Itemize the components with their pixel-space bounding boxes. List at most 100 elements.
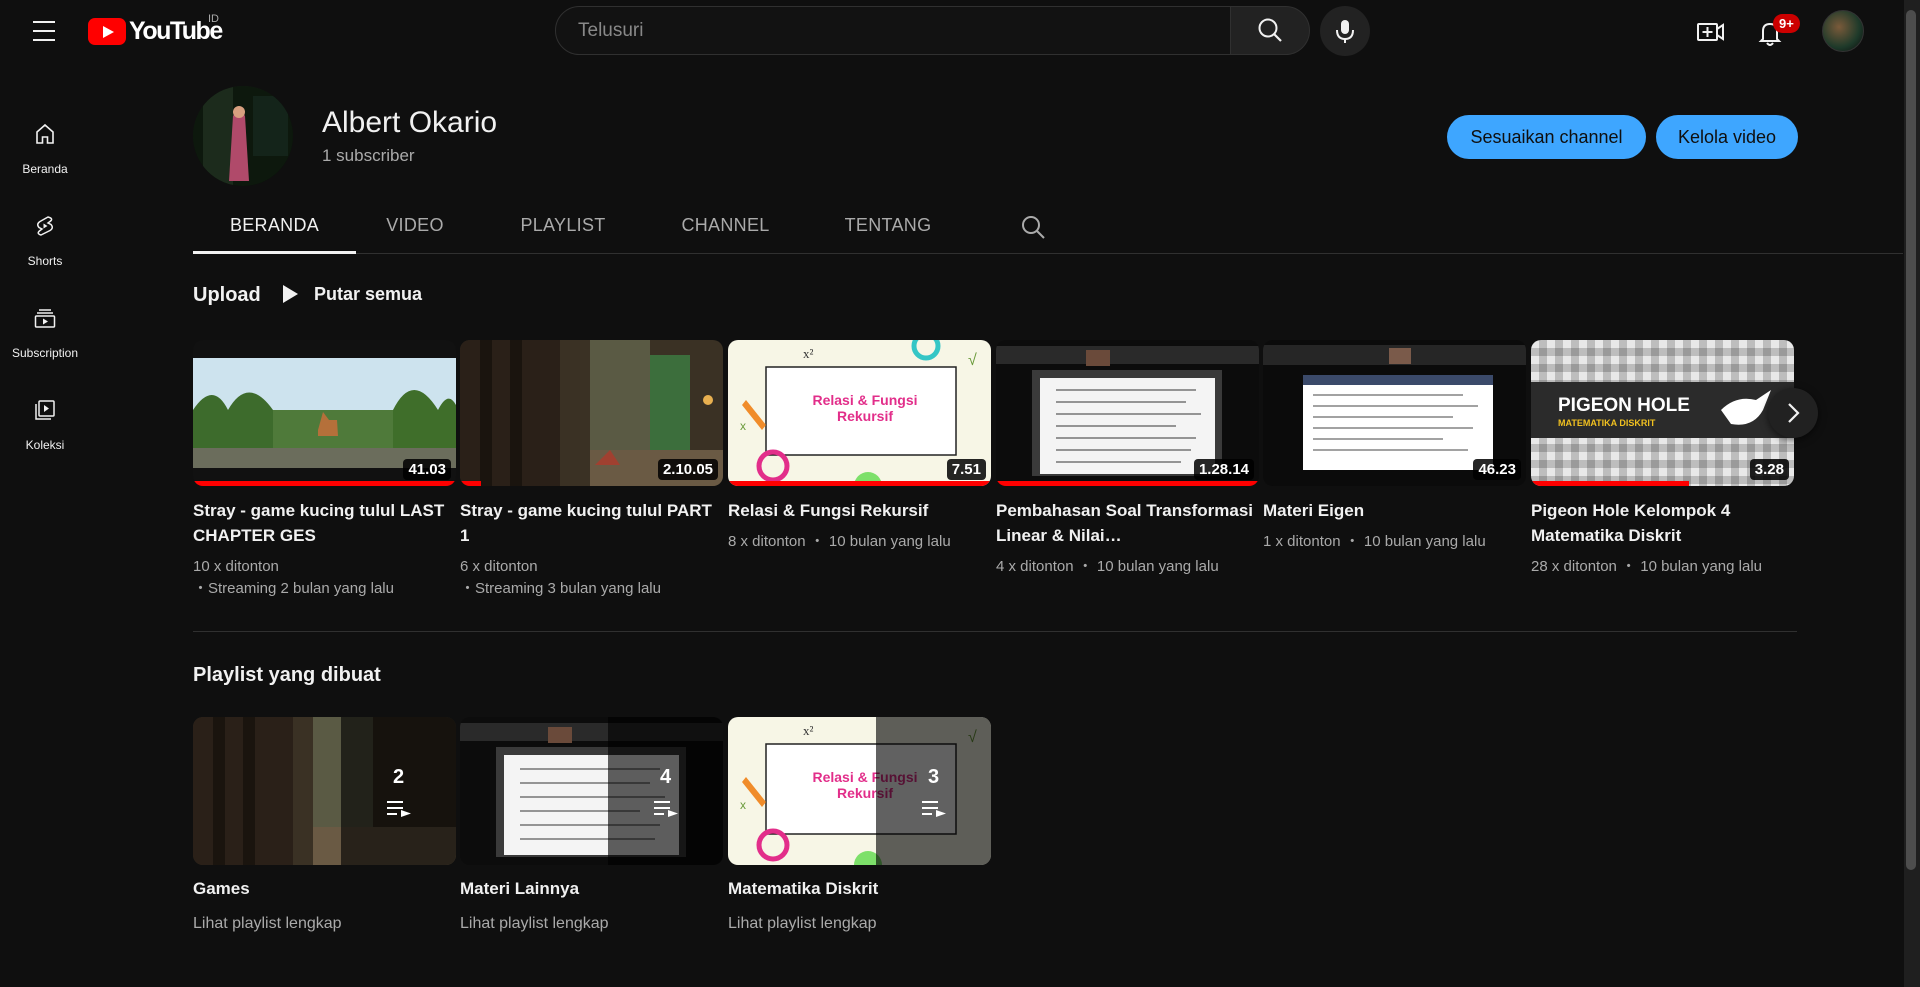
sidebar-item-label: Subscription — [11, 346, 79, 360]
tab-tentang[interactable]: TENTANG — [828, 204, 948, 254]
playlist-play-icon — [921, 800, 946, 817]
create-button[interactable] — [1688, 12, 1732, 52]
video-thumbnail[interactable]: 2.10.05 — [460, 340, 723, 486]
mic-icon — [1336, 20, 1354, 43]
mini-sidebar: Beranda Shorts Subscription Koleksi — [0, 62, 90, 987]
playlist-thumbnail[interactable]: 4 — [460, 717, 723, 865]
video-card[interactable]: 1.28.14 Pembahasan Soal Transformasi Lin… — [996, 340, 1259, 578]
play-icon — [283, 285, 298, 303]
video-title[interactable]: Stray - game kucing tulul PART 1 — [460, 498, 723, 548]
customize-channel-button[interactable]: Sesuaikan channel — [1447, 115, 1646, 159]
menu-icon[interactable] — [26, 18, 62, 44]
channel-avatar[interactable] — [193, 86, 293, 186]
view-full-playlist-link[interactable]: Lihat playlist lengkap — [460, 915, 723, 933]
channel-search-button[interactable] — [1018, 212, 1048, 242]
masthead: YouTube ID 9+ — [0, 0, 1904, 62]
playlist-overlay: 4 — [608, 717, 723, 865]
account-avatar[interactable] — [1822, 10, 1864, 52]
video-title[interactable]: Pembahasan Soal Transformasi Linear & Ni… — [996, 498, 1259, 548]
svg-text:x: x — [740, 419, 746, 433]
video-card[interactable]: 46.23 Materi Eigen 1 x ditonton ・ 10 bul… — [1263, 340, 1526, 553]
playlist-overlay: 3 — [876, 717, 991, 865]
video-meta: 4 x ditonton ・ 10 bulan yang lalu — [996, 556, 1259, 578]
playlist-card[interactable]: 2 Games Lihat playlist lengkap — [193, 717, 456, 933]
channel-name: Albert Okario — [322, 106, 498, 139]
view-full-playlist-link[interactable]: Lihat playlist lengkap — [193, 915, 456, 933]
shorts-icon — [36, 216, 54, 236]
watch-progress-bar — [728, 481, 991, 486]
playlist-title[interactable]: Matematika Diskrit — [728, 879, 991, 899]
play-all-button[interactable]: Putar semua — [280, 283, 422, 305]
view-full-playlist-link[interactable]: Lihat playlist lengkap — [728, 915, 991, 933]
video-duration: 3.28 — [1749, 459, 1789, 480]
video-title[interactable]: Stray - game kucing tulul LAST CHAPTER G… — [193, 498, 456, 548]
playlist-title[interactable]: Games — [193, 879, 456, 899]
video-card[interactable]: x² x √ Relasi & Fungsi Rekursif 7.51 Rel… — [728, 340, 991, 553]
playlist-play-icon — [386, 800, 411, 817]
video-card[interactable]: PIGEON HOLE MATEMATIKA DISKRIT 3.28 Pige… — [1531, 340, 1794, 578]
sidebar-item-beranda[interactable]: Beranda — [0, 92, 90, 176]
watch-progress-bar — [460, 481, 482, 486]
tab-channel[interactable]: CHANNEL — [663, 204, 788, 254]
chevron-right-icon — [1788, 403, 1800, 423]
video-thumbnail[interactable]: PIGEON HOLE MATEMATIKA DISKRIT 3.28 — [1531, 340, 1794, 486]
view-count: 8 x ditonton ・ 10 bulan yang lalu — [728, 533, 951, 550]
manage-videos-button[interactable]: Kelola video — [1656, 115, 1798, 159]
library-icon — [35, 400, 55, 420]
svg-text:x²: x² — [803, 723, 814, 738]
sidebar-item-shorts[interactable]: Shorts — [0, 184, 90, 268]
video-title[interactable]: Pigeon Hole Kelompok 4 Matematika Diskri… — [1531, 498, 1794, 548]
play-all-label: Putar semua — [314, 283, 423, 304]
video-thumbnail[interactable]: 41.03 — [193, 340, 456, 486]
sidebar-item-label: Koleksi — [25, 438, 65, 452]
tab-video[interactable]: VIDEO — [365, 204, 465, 254]
scrollbar-thumb[interactable] — [1906, 10, 1916, 870]
search-button[interactable] — [1230, 6, 1310, 55]
sidebar-item-label: Beranda — [22, 162, 68, 176]
watch-progress-bar — [193, 481, 456, 486]
playlist-title[interactable]: Materi Lainnya — [460, 879, 723, 899]
subscriptions-icon — [34, 309, 56, 328]
video-meta: 28 x ditonton ・ 10 bulan yang lalu — [1531, 556, 1794, 578]
video-card[interactable]: 41.03 Stray - game kucing tulul LAST CHA… — [193, 340, 456, 600]
playlist-thumbnail[interactable]: 2 — [193, 717, 456, 865]
uploads-section-title: Upload — [193, 284, 261, 306]
playlist-card[interactable]: x² x √ Relasi & Fungsi Rekursif 3 Matema… — [728, 717, 991, 933]
shelf-next-button[interactable] — [1768, 388, 1818, 438]
tab-playlist[interactable]: PLAYLIST — [503, 204, 623, 254]
search-icon — [1258, 18, 1282, 42]
playlists-section-title: Playlist yang dibuat — [193, 664, 381, 686]
upload-time: ・Streaming 2 bulan yang lalu — [193, 580, 394, 597]
view-count: 10 x ditonton — [193, 558, 279, 575]
playlist-card[interactable]: 4 Materi Lainnya Lihat playlist lengkap — [460, 717, 723, 933]
video-meta: 6 x ditonton ・Streaming 3 bulan yang lal… — [460, 556, 723, 600]
video-duration: 2.10.05 — [657, 459, 718, 480]
view-count: 6 x ditonton — [460, 558, 538, 575]
playlist-overlay: 2 — [341, 717, 456, 865]
svg-text:x: x — [740, 798, 746, 812]
video-thumbnail[interactable]: x² x √ Relasi & Fungsi Rekursif 7.51 — [728, 340, 991, 486]
video-thumbnail[interactable]: 46.23 — [1263, 340, 1526, 486]
watch-progress-bar — [996, 481, 1259, 486]
sidebar-item-koleksi[interactable]: Koleksi — [0, 368, 90, 452]
subscriber-count: 1 subscriber — [322, 146, 415, 165]
video-title[interactable]: Materi Eigen — [1263, 498, 1526, 523]
channel-avatar-image — [193, 86, 293, 186]
search-input[interactable] — [556, 7, 1230, 54]
video-duration: 41.03 — [403, 459, 451, 480]
voice-search-button[interactable] — [1320, 6, 1370, 56]
youtube-logo[interactable]: YouTube — [88, 17, 223, 46]
tab-beranda[interactable]: BERANDA — [193, 204, 356, 254]
playlist-thumbnail[interactable]: x² x √ Relasi & Fungsi Rekursif 3 — [728, 717, 991, 865]
channel-tabs: BERANDA VIDEO PLAYLIST CHANNEL TENTANG — [193, 204, 1903, 254]
thumbnail-title-text: Relasi & Fungsi Rekursif — [812, 392, 918, 424]
view-count: 1 x ditonton ・ 10 bulan yang lalu — [1263, 533, 1486, 550]
view-count: 28 x ditonton ・ 10 bulan yang lalu — [1531, 558, 1762, 575]
playlist-play-icon — [653, 800, 678, 817]
video-title[interactable]: Relasi & Fungsi Rekursif — [728, 498, 991, 523]
video-card[interactable]: 2.10.05 Stray - game kucing tulul PART 1… — [460, 340, 723, 600]
sidebar-item-subscription[interactable]: Subscription — [0, 276, 90, 360]
thumbnail-title-text: PIGEON HOLE — [1558, 395, 1690, 416]
svg-text:x²: x² — [803, 346, 814, 361]
video-thumbnail[interactable]: 1.28.14 — [996, 340, 1259, 486]
